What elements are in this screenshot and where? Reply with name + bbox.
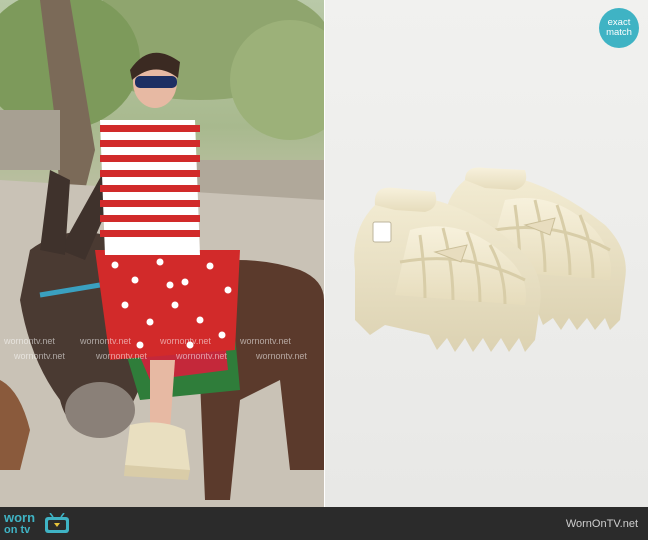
footer-site-name: WornOnTV.net: [565, 518, 638, 530]
exact-match-line2: match: [606, 27, 632, 38]
site-logo[interactable]: worn on tv: [4, 510, 84, 538]
exact-match-badge[interactable]: exact match: [599, 8, 639, 48]
outfit-photo: wornontv.net wornontv.net wornontv.net w…: [0, 0, 324, 507]
logo-text: worn on tv: [4, 510, 36, 536]
tv-icon: [45, 513, 69, 533]
footer-bar: [0, 507, 648, 540]
outfit-photo-illustration: [0, 0, 324, 507]
logo-line1: worn: [4, 510, 36, 525]
product-photo[interactable]: [325, 0, 648, 507]
sandals-illustration: [354, 167, 626, 352]
logo-line2: on tv: [4, 524, 31, 536]
